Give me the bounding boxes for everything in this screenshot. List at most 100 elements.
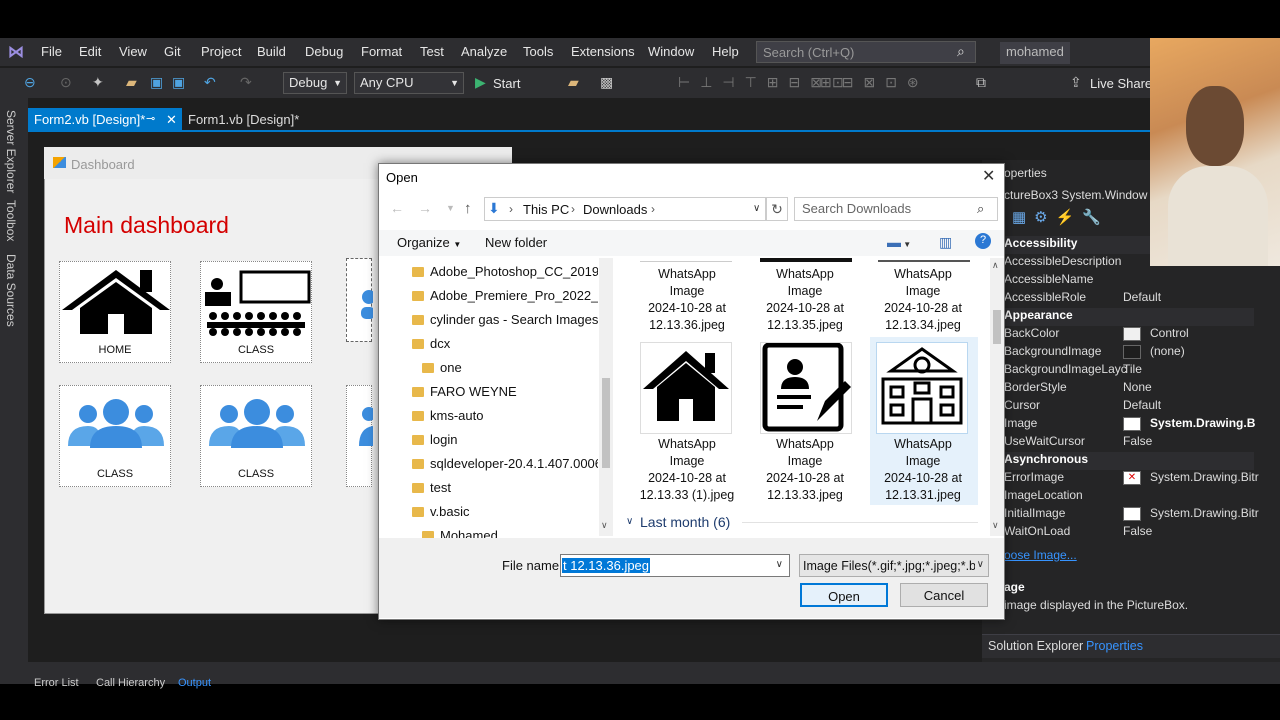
tab-output[interactable]: Output [178, 677, 211, 689]
folder-tree-item[interactable]: Adobe_Photoshop_CC_2019_20 [430, 264, 598, 279]
undo-icon[interactable]: ↶ [204, 74, 216, 91]
file-thumbnail[interactable] [760, 342, 852, 434]
tab-form1-design[interactable]: Form1.vb [Design]* [182, 108, 305, 132]
tab-properties[interactable]: Properties [1086, 639, 1143, 653]
folder-tree-item[interactable]: login [430, 432, 598, 447]
address-bar[interactable]: ⬇ › This PC › Downloads › ∨ [484, 197, 766, 221]
breadcrumb-this-pc[interactable]: This PC [523, 202, 569, 217]
property-value[interactable]: System.Drawing.Bitr [1150, 506, 1259, 520]
property-value[interactable]: False [1123, 524, 1152, 538]
up-arrow-icon[interactable]: ↑ [464, 200, 472, 217]
pin-icon[interactable]: ⊸ [146, 112, 155, 125]
open-folder-icon[interactable]: ▰ [126, 74, 137, 91]
cancel-button[interactable]: Cancel [900, 583, 988, 607]
user-badge[interactable]: mohamed [1000, 42, 1070, 64]
chevron-down-icon[interactable]: ∨ [753, 203, 760, 214]
folder-tree-item[interactable]: sqldeveloper-20.4.1.407.0006-x [430, 456, 598, 471]
property-value[interactable]: System.Drawing.Bitr [1150, 470, 1259, 484]
file-type-select[interactable]: Image Files(*.gif;*.jpg;*.jpeg;*.b ∨ [799, 554, 989, 577]
view-options-icon[interactable]: ▬ ▼ [887, 234, 911, 250]
file-item[interactable]: WhatsApp Image 2024-10-28 at 12.13.33 (1).j… [631, 436, 743, 504]
toolbox-tab[interactable]: Toolbox [4, 200, 18, 241]
property-name[interactable]: Cursor [1004, 398, 1040, 416]
class-card-partial[interactable] [346, 385, 376, 487]
organize-menu[interactable]: Organize ▼ [397, 235, 461, 250]
close-icon[interactable]: ✕ [166, 112, 177, 128]
property-name[interactable]: Image [1004, 416, 1037, 434]
config-select[interactable]: Debug ▼ [283, 72, 347, 94]
chevron-down-icon[interactable]: ∨ [601, 520, 608, 531]
folder-tree-item[interactable]: v.basic [430, 504, 598, 519]
menu-extensions[interactable]: Extensions [571, 44, 635, 59]
platform-select[interactable]: Any CPU ▼ [354, 72, 464, 94]
preview-pane-icon[interactable]: ▥ [939, 234, 952, 251]
forward-icon[interactable]: ⊙ [60, 74, 72, 91]
property-name[interactable]: BackgroundImageLayc [1004, 362, 1127, 380]
menu-build[interactable]: Build [257, 44, 286, 59]
tree-scrollbar[interactable]: ∨ [599, 258, 613, 536]
property-value[interactable]: Default [1123, 398, 1161, 412]
chevron-down-icon[interactable]: ∨ [992, 520, 999, 531]
tab-error-list[interactable]: Error List [34, 677, 79, 689]
file-item[interactable]: WhatsApp Image 2024-10-28 at 12.13.35.jpeg [749, 266, 861, 334]
property-name[interactable]: WaitOnLoad [1004, 524, 1070, 542]
menu-tools[interactable]: Tools [523, 44, 553, 59]
close-icon[interactable]: ✕ [982, 166, 995, 186]
property-value[interactable]: System.Drawing.B [1150, 416, 1255, 430]
property-name[interactable]: AccessibleDescription [1004, 254, 1121, 272]
new-folder-button[interactable]: New folder [485, 235, 547, 250]
nav-back-forward-icons[interactable]: ←→ [390, 200, 446, 216]
group-header-last-month[interactable]: Last month (6) [640, 514, 730, 530]
ide-search-input[interactable]: Search (Ctrl+Q) [756, 41, 976, 63]
share-icon[interactable]: ⇪ [1070, 74, 1082, 91]
scrollbar-thumb[interactable] [602, 378, 610, 468]
menu-analyze[interactable]: Analyze [461, 44, 507, 59]
property-name[interactable]: BackColor [1004, 326, 1059, 344]
property-value[interactable]: Default [1123, 290, 1161, 304]
property-name[interactable]: UseWaitCursor [1004, 434, 1085, 452]
tab-order-icon[interactable]: ⧉ [976, 74, 986, 91]
property-value[interactable]: None [1123, 380, 1152, 394]
home-card[interactable]: HOME [59, 261, 171, 363]
property-name[interactable]: BackgroundImage [1004, 344, 1101, 362]
file-thumbnail-selected[interactable] [876, 342, 968, 434]
property-category[interactable]: Appearance [1004, 308, 1254, 326]
menu-git[interactable]: Git [164, 44, 181, 59]
live-share-button[interactable]: Live Share [1090, 76, 1152, 91]
chevron-down-icon[interactable]: ∨ [776, 559, 783, 570]
refresh-icon[interactable]: ↻ [766, 197, 788, 221]
menu-view[interactable]: View [119, 44, 147, 59]
folder-tree-item[interactable]: kms-auto [430, 408, 598, 423]
start-button[interactable]: Start [493, 76, 520, 91]
class-card[interactable]: CLASS [200, 261, 312, 363]
folder-tree-item[interactable]: FARO WEYNE [430, 384, 598, 399]
data-sources-tab[interactable]: Data Sources [4, 254, 18, 327]
file-name-input[interactable]: t 12.13.36.jpeg ∨ [560, 554, 790, 577]
new-project-icon[interactable]: ✦ [92, 74, 104, 91]
property-value[interactable]: (none) [1150, 344, 1185, 358]
property-name[interactable]: AccessibleName [1004, 272, 1093, 290]
file-item[interactable]: WhatsApp Image 2024-10-28 at 12.13.34.jpeg [867, 266, 979, 334]
server-explorer-tab[interactable]: Server Explorer [4, 110, 18, 193]
file-thumbnail[interactable] [640, 342, 732, 434]
redo-icon[interactable]: ↷ [240, 74, 252, 91]
menu-edit[interactable]: Edit [79, 44, 101, 59]
start-icon[interactable]: ▶ [475, 74, 486, 91]
menu-file[interactable]: File [41, 44, 62, 59]
search-downloads-input[interactable]: Search Downloads [794, 197, 998, 221]
save-icon[interactable]: ▣ [150, 74, 163, 91]
save-all-icon[interactable]: ▣ [172, 74, 185, 91]
recent-chevron-icon[interactable]: ▼ [446, 203, 455, 213]
menu-test[interactable]: Test [420, 44, 444, 59]
files-scrollbar[interactable]: ∧ ∨ [990, 258, 1004, 536]
menu-help[interactable]: Help [712, 44, 739, 59]
class-card[interactable]: CLASS [200, 385, 312, 487]
property-name[interactable]: InitialImage [1004, 506, 1065, 524]
folder-tree-item[interactable]: one [440, 360, 608, 375]
open-button[interactable]: Open [800, 583, 888, 607]
file-item[interactable]: WhatsApp Image 2024-10-28 at 12.13.33.jpeg [749, 436, 861, 504]
chevron-up-icon[interactable]: ∧ [992, 260, 999, 271]
folder-tree-item[interactable]: test [430, 480, 598, 495]
folder-tree-item[interactable]: cylinder gas - Search Images_file [430, 312, 598, 327]
scrollbar-thumb[interactable] [993, 310, 1001, 344]
